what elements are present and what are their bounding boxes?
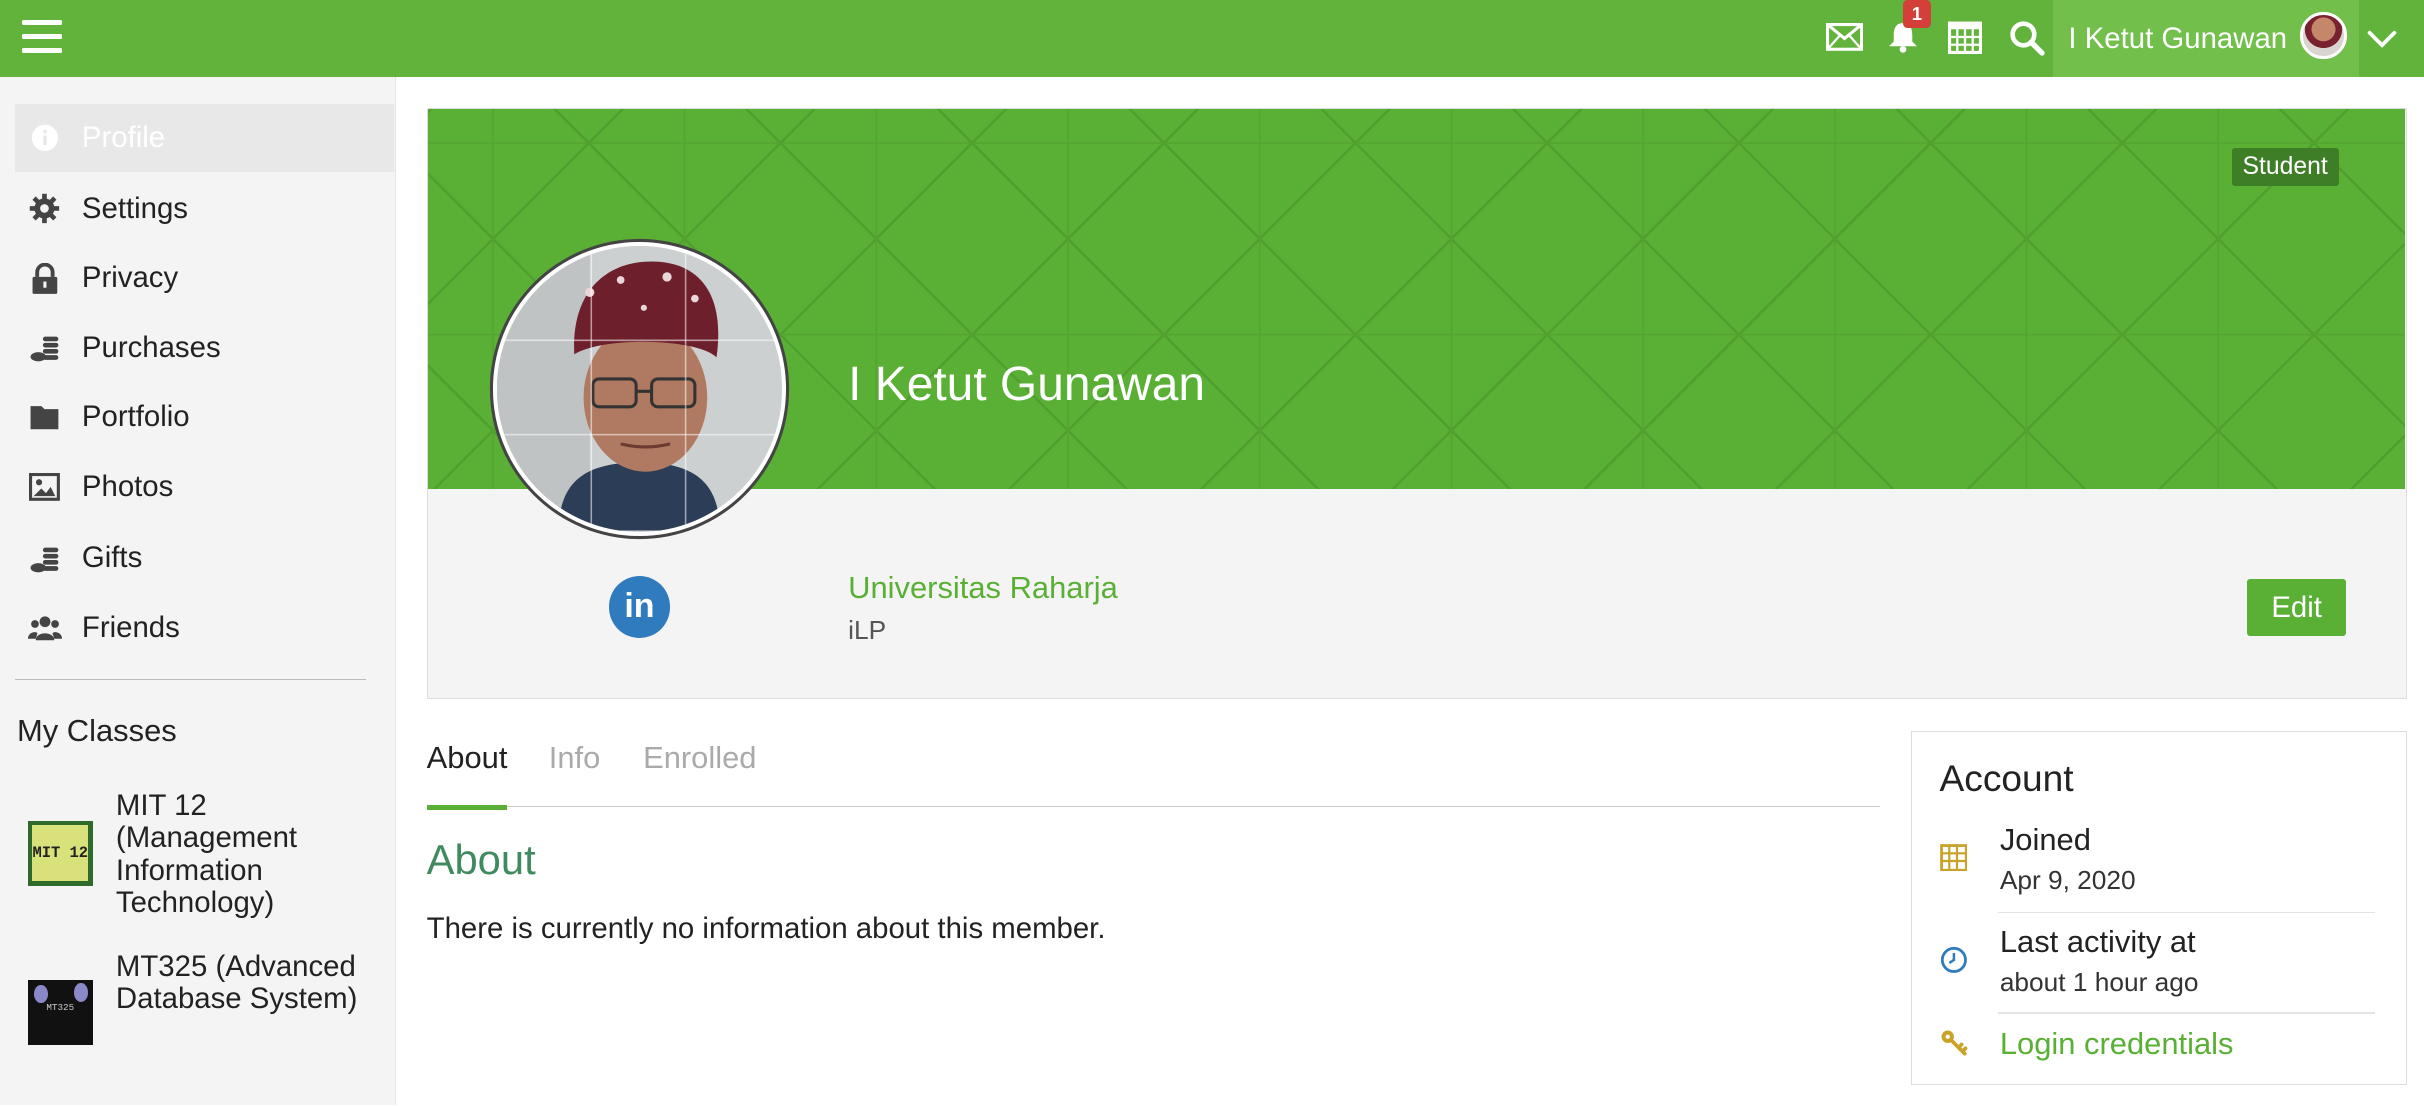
info-icon [28,121,62,155]
lock-icon [28,261,62,295]
sidebar-item-label: Profile [81,120,166,154]
image-icon [28,470,62,504]
about-heading: About [426,836,536,884]
sidebar-item-portfolio[interactable]: Portfolio [15,383,394,451]
class-name: MIT 12 (Management Information Technolog… [115,788,298,920]
account-login-credentials[interactable]: Login credentials [1940,1026,2376,1069]
separator [1998,1012,2376,1014]
sidebar-item-gifts[interactable]: Gifts [15,524,394,592]
tab-about[interactable]: About [426,740,508,811]
coins-icon [28,331,62,365]
class-name: MT325 (Advanced Database System) [115,949,358,1016]
tab-info[interactable]: Info [549,740,601,808]
login-credentials-link[interactable]: Login credentials [2000,1026,2234,1062]
profile-tabs: About Info Enrolled [426,739,1880,811]
activity-label: Last activity at [1999,923,2196,959]
gear-icon [28,192,62,226]
account-heading: Account [1939,756,2074,799]
class-thumbnail-text: MT325 [46,1001,75,1013]
sidebar-item-label: Purchases [81,330,221,364]
sidebar-item-label: Gifts [81,541,143,575]
user-name: I Ketut Gunawan [2068,21,2288,55]
my-classes-heading: My Classes [17,712,177,748]
sidebar-item-settings[interactable]: Settings [15,175,394,243]
sidebar-item-label: Portfolio [81,400,190,434]
key-icon [1940,1029,1971,1060]
sidebar-item-label: Friends [81,610,180,644]
about-text: There is currently no information about … [426,912,1106,946]
avatar [2300,12,2347,59]
top-bar: 1 I Ketut Gunawan [0,0,2424,78]
hamburger-icon[interactable] [21,20,62,54]
organization-subtitle: iLP [848,614,887,645]
sidebar-item-label: Privacy [81,261,179,295]
sidebar-item-privacy[interactable]: Privacy [15,244,394,312]
joined-label: Joined [1999,821,2091,857]
notification-badge: 1 [1903,0,1931,28]
class-item-mit12[interactable]: MIT 12 MIT 12 (Management Information Te… [27,788,384,929]
account-last-activity: Last activity at about 1 hour ago [1940,924,2376,1004]
clock-icon [1940,946,1971,977]
sidebar: Profile Settings Privacy Purchases Portf… [0,77,396,1106]
sidebar-item-friends[interactable]: Friends [15,594,394,662]
coins-icon [28,541,62,575]
class-thumbnail: MT325 [27,980,93,1045]
chevron-down-icon[interactable] [2365,22,2399,56]
search-icon[interactable] [2007,17,2047,57]
sidebar-item-photos[interactable]: Photos [15,453,394,521]
mail-icon[interactable] [1824,17,1864,57]
page: 1 I Ketut Gunawan Profile Settings Priva… [0,0,2424,1106]
sidebar-item-profile[interactable]: Profile [15,103,395,172]
organization-link[interactable]: Universitas Raharja [848,570,1118,606]
joined-date: Apr 9, 2020 [1999,865,2136,896]
user-menu[interactable]: I Ketut Gunawan [2052,0,2360,78]
calendar-icon[interactable] [1945,17,1985,57]
linkedin-icon[interactable]: in [608,576,671,638]
class-thumbnail-text: MIT 12 [32,825,89,882]
profile-photo [496,246,782,531]
sidebar-divider [15,678,367,681]
role-badge: Student [2231,147,2339,187]
account-panel: Account Joined Apr 9, 2020 Last activity… [1910,731,2407,1086]
profile-name: I Ketut Gunawan [848,357,1206,411]
account-joined: Joined Apr 9, 2020 [1939,821,2376,902]
separator [1998,911,2376,914]
sidebar-item-purchases[interactable]: Purchases [15,314,394,382]
tab-enrolled[interactable]: Enrolled [643,740,756,808]
sidebar-item-label: Settings [81,191,188,225]
class-thumbnail: MIT 12 [27,820,93,886]
activity-value: about 1 hour ago [1999,967,2199,998]
users-icon [27,611,62,645]
edit-button[interactable]: Edit [2247,579,2347,637]
calendar-icon [1939,843,1971,875]
profile-avatar [492,242,787,536]
sidebar-item-label: Photos [81,469,174,503]
class-item-mt325[interactable]: MT325 MT325 (Advanced Database System) [27,949,384,1090]
folder-icon [28,400,62,434]
profile-card: Student I Ketut Gunawan in Universitas R… [426,108,2407,699]
